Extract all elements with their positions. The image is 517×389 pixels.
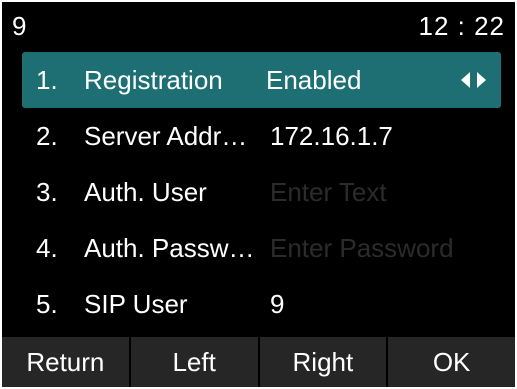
auth-user-input[interactable]: Enter Text: [270, 177, 387, 208]
auth-password-input[interactable]: Enter Password: [270, 233, 454, 264]
item-label: Auth. User: [84, 177, 207, 207]
arrow-left-icon[interactable]: [461, 72, 470, 88]
right-button[interactable]: Right: [260, 337, 389, 387]
item-number: 5.: [36, 289, 58, 319]
item-number: 2.: [36, 121, 58, 151]
item-label: Auth. Passw…: [84, 233, 255, 263]
list-item-registration[interactable]: 1. Registration Enabled: [22, 52, 501, 108]
arrow-right-icon[interactable]: [477, 72, 486, 88]
item-number: 1.: [36, 65, 58, 95]
list-item-sip-user[interactable]: 5. SIP User 9: [2, 276, 515, 332]
left-right-arrows-icon[interactable]: [461, 70, 491, 90]
line-number: 9: [12, 11, 27, 41]
clock: 12 : 22: [418, 11, 505, 41]
item-number: 3.: [36, 177, 58, 207]
list-item-auth-password[interactable]: 4. Auth. Passw… Enter Password: [2, 220, 515, 276]
ok-button[interactable]: OK: [388, 337, 515, 387]
left-button[interactable]: Left: [131, 337, 260, 387]
softkey-bar: Return Left Right OK: [2, 337, 515, 387]
registration-value[interactable]: Enabled: [266, 65, 361, 96]
list-item-server-address[interactable]: 2. Server Addr… 172.16.1.7: [2, 108, 515, 164]
return-button[interactable]: Return: [2, 337, 131, 387]
item-label: Server Addr…: [84, 121, 248, 151]
server-address-value[interactable]: 172.16.1.7: [270, 121, 393, 152]
status-bar: 9 12 : 22: [2, 2, 515, 46]
item-label: Registration: [84, 65, 223, 95]
sip-user-value[interactable]: 9: [270, 289, 284, 320]
item-number: 4.: [36, 233, 58, 263]
item-label: SIP User: [84, 289, 188, 319]
list-item-auth-user[interactable]: 3. Auth. User Enter Text: [2, 164, 515, 220]
phone-screen: 9 12 : 22 1. Registration Enabled 2. Ser…: [2, 2, 515, 387]
